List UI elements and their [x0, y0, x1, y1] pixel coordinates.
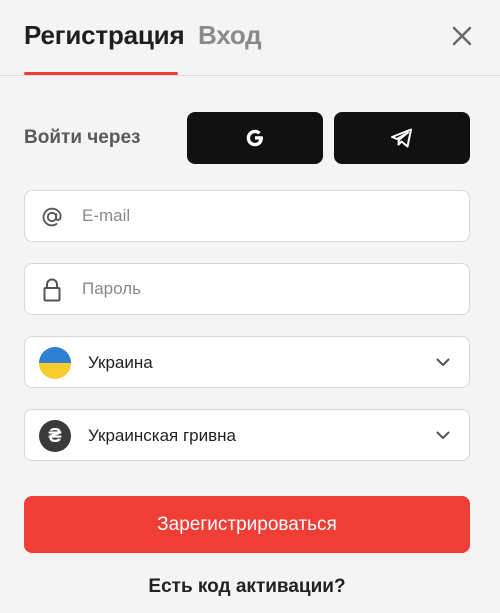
- google-icon: [246, 129, 263, 147]
- password-field: [24, 263, 470, 315]
- country-select[interactable]: Украина: [24, 336, 470, 388]
- google-login-button[interactable]: [187, 112, 323, 164]
- modal-header: Регистрация Вход: [0, 0, 500, 76]
- country-select-value: Украина: [88, 353, 153, 372]
- close-button[interactable]: [448, 22, 476, 50]
- active-tab-indicator: [24, 72, 178, 75]
- ukraine-flag-icon: [39, 347, 71, 379]
- activation-code-link[interactable]: Есть код активации?: [0, 576, 494, 598]
- currency-select-value: Украинская гривна: [88, 426, 236, 445]
- email-field: [24, 190, 470, 242]
- chevron-down-icon: [435, 354, 451, 370]
- register-button[interactable]: Зарегистрироваться: [24, 496, 470, 553]
- chevron-down-icon: [435, 427, 451, 443]
- at-sign-icon: [39, 204, 65, 230]
- telegram-login-button[interactable]: [334, 112, 470, 164]
- lock-icon: [39, 277, 65, 303]
- registration-modal: Регистрация Вход Войти через E-mail Укра…: [0, 0, 500, 613]
- tab-login[interactable]: Вход: [198, 20, 262, 51]
- tab-register[interactable]: Регистрация: [24, 20, 185, 51]
- social-login-label: Войти через: [24, 127, 141, 148]
- close-icon: [452, 26, 472, 46]
- telegram-icon: [391, 128, 412, 148]
- currency-select[interactable]: ₴ Украинская гривна: [24, 409, 470, 461]
- password-input[interactable]: [82, 264, 452, 314]
- hryvnia-icon: ₴: [39, 420, 71, 452]
- email-input[interactable]: [82, 191, 452, 241]
